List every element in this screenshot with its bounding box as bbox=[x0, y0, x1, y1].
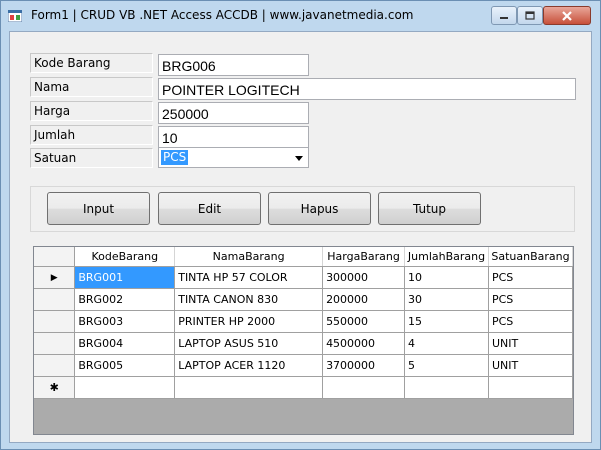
grid-cell[interactable]: PCS bbox=[488, 310, 573, 333]
grid-cell[interactable]: 5 bbox=[404, 354, 489, 377]
grid-cell[interactable]: PCS bbox=[488, 288, 573, 311]
app-icon bbox=[8, 10, 22, 22]
grid-cell[interactable] bbox=[488, 376, 573, 399]
kode-barang-field[interactable]: BRG006 bbox=[158, 54, 309, 76]
minimize-icon bbox=[500, 16, 508, 19]
harga-label: Harga bbox=[30, 101, 153, 121]
input-button[interactable]: Input bbox=[47, 192, 150, 225]
tutup-button[interactable]: Tutup bbox=[378, 192, 481, 225]
jumlah-label: Jumlah bbox=[30, 125, 153, 145]
grid-cell[interactable] bbox=[322, 376, 406, 399]
grid-cell[interactable]: BRG003 bbox=[74, 310, 176, 333]
edit-button[interactable]: Edit bbox=[158, 192, 261, 225]
row-header-corner[interactable] bbox=[34, 247, 76, 267]
column-header-jumlahbarang[interactable]: JumlahBarang bbox=[404, 247, 489, 267]
nama-field[interactable]: POINTER LOGITECH bbox=[158, 78, 576, 100]
chevron-down-icon[interactable] bbox=[294, 153, 304, 163]
maximize-button[interactable] bbox=[517, 6, 543, 25]
harga-field[interactable]: 250000 bbox=[158, 102, 309, 124]
grid-cell[interactable]: 4 bbox=[404, 332, 489, 355]
grid-cell[interactable]: PCS bbox=[488, 266, 573, 289]
minimize-button[interactable] bbox=[491, 6, 517, 25]
grid-cell[interactable]: TINTA CANON 830 bbox=[174, 288, 324, 311]
grid-header-row: KodeBarang NamaBarang HargaBarang Jumlah… bbox=[34, 247, 573, 267]
form-client-area: Kode Barang BRG006 Nama POINTER LOGITECH… bbox=[9, 31, 592, 443]
grid-cell[interactable]: 300000 bbox=[322, 266, 406, 289]
grid-cell[interactable] bbox=[174, 376, 324, 399]
table-row[interactable]: BRG003 PRINTER HP 2000 550000 15 PCS bbox=[34, 310, 573, 333]
new-row-indicator[interactable]: ✱ bbox=[34, 376, 76, 399]
new-row[interactable]: ✱ bbox=[34, 376, 573, 399]
grid-cell[interactable]: PRINTER HP 2000 bbox=[174, 310, 324, 333]
row-header[interactable] bbox=[34, 354, 76, 377]
satuan-combobox[interactable]: PCS bbox=[158, 147, 309, 168]
grid-cell[interactable]: BRG005 bbox=[74, 354, 176, 377]
nama-label: Nama bbox=[30, 77, 153, 97]
satuan-selected-value: PCS bbox=[161, 150, 189, 165]
satuan-label: Satuan bbox=[30, 148, 153, 168]
table-row[interactable]: ▶ BRG001 TINTA HP 57 COLOR 300000 10 PCS bbox=[34, 266, 573, 289]
kode-barang-label: Kode Barang bbox=[30, 53, 153, 73]
grid-cell[interactable]: 3700000 bbox=[322, 354, 406, 377]
data-grid[interactable]: KodeBarang NamaBarang HargaBarang Jumlah… bbox=[33, 246, 574, 435]
grid-cell[interactable]: BRG001 bbox=[74, 266, 176, 289]
table-row[interactable]: BRG005 LAPTOP ACER 1120 3700000 5 UNIT bbox=[34, 354, 573, 377]
grid-cell[interactable]: BRG002 bbox=[74, 288, 176, 311]
row-header[interactable] bbox=[34, 310, 76, 333]
row-header[interactable] bbox=[34, 332, 76, 355]
main-window: Form1 | CRUD VB .NET Access ACCDB | www.… bbox=[0, 0, 601, 450]
close-button[interactable] bbox=[543, 6, 591, 25]
title-bar[interactable]: Form1 | CRUD VB .NET Access ACCDB | www.… bbox=[1, 1, 600, 31]
maximize-icon bbox=[525, 10, 535, 20]
window-title: Form1 | CRUD VB .NET Access ACCDB | www.… bbox=[31, 8, 414, 22]
column-header-namabarang[interactable]: NamaBarang bbox=[174, 247, 324, 267]
hapus-button[interactable]: Hapus bbox=[268, 192, 371, 225]
current-row-indicator[interactable]: ▶ bbox=[34, 266, 76, 289]
grid-cell[interactable]: TINTA HP 57 COLOR bbox=[174, 266, 324, 289]
grid-cell[interactable]: UNIT bbox=[488, 354, 573, 377]
grid-cell[interactable]: 4500000 bbox=[322, 332, 406, 355]
grid-cell[interactable] bbox=[404, 376, 489, 399]
column-header-kodebarang[interactable]: KodeBarang bbox=[74, 247, 176, 267]
grid-cell[interactable]: 15 bbox=[404, 310, 489, 333]
grid-cell[interactable]: 200000 bbox=[322, 288, 406, 311]
column-header-hargabarang[interactable]: HargaBarang bbox=[322, 247, 406, 267]
grid-cell[interactable]: UNIT bbox=[488, 332, 573, 355]
grid-cell[interactable]: 30 bbox=[404, 288, 489, 311]
table-row[interactable]: BRG002 TINTA CANON 830 200000 30 PCS bbox=[34, 288, 573, 311]
column-header-satuanbarang[interactable]: SatuanBarang bbox=[488, 247, 573, 267]
table-row[interactable]: BRG004 LAPTOP ASUS 510 4500000 4 UNIT bbox=[34, 332, 573, 355]
grid-cell[interactable]: 550000 bbox=[322, 310, 406, 333]
grid-cell[interactable]: BRG004 bbox=[74, 332, 176, 355]
grid-cell[interactable]: 10 bbox=[404, 266, 489, 289]
grid-cell[interactable]: LAPTOP ASUS 510 bbox=[174, 332, 324, 355]
data-grid-table: KodeBarang NamaBarang HargaBarang Jumlah… bbox=[34, 247, 573, 399]
close-icon bbox=[562, 10, 572, 21]
grid-cell[interactable]: LAPTOP ACER 1120 bbox=[174, 354, 324, 377]
grid-cell[interactable] bbox=[74, 376, 176, 399]
jumlah-field[interactable]: 10 bbox=[158, 126, 309, 148]
row-header[interactable] bbox=[34, 288, 76, 311]
